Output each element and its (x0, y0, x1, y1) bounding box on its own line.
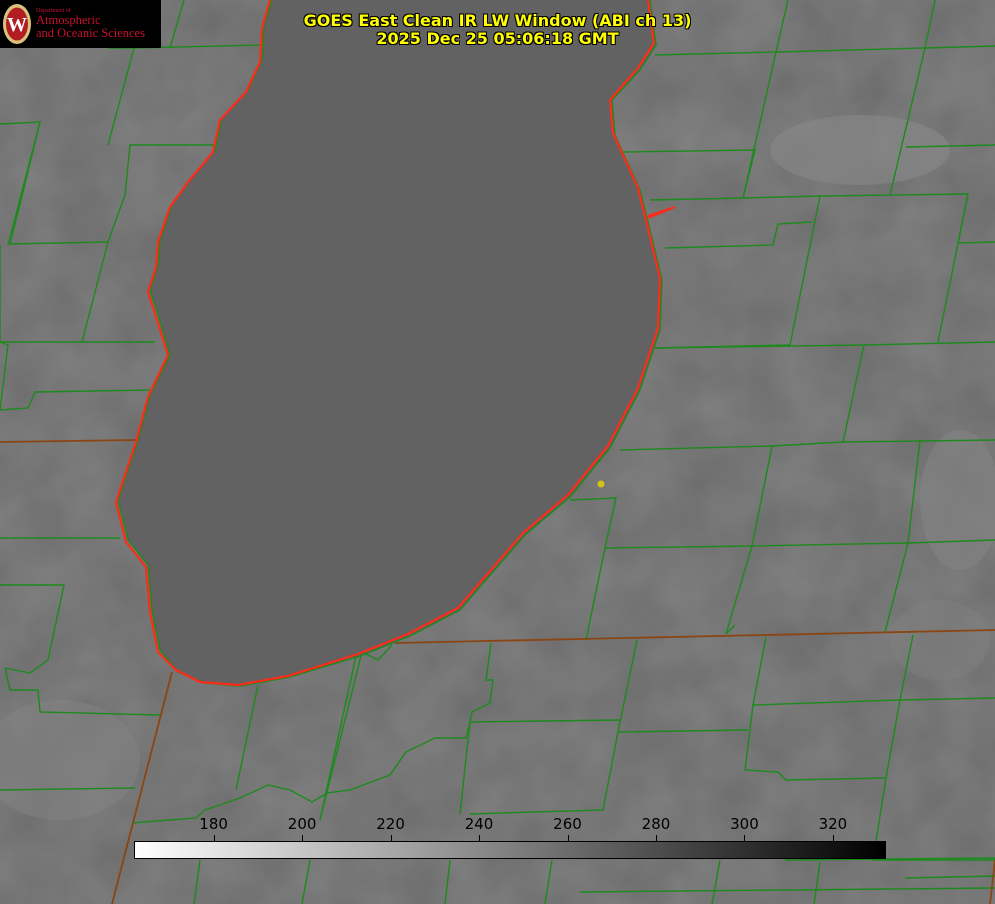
colorbar-tick-label: 220 (376, 815, 405, 833)
colorbar-tick-label: 180 (199, 815, 228, 833)
colorbar-tick-label: 280 (641, 815, 671, 833)
cloud-patch (890, 600, 990, 680)
colorbar-tick-label: 200 (287, 815, 317, 833)
colorbar-tick-label: 260 (553, 815, 582, 833)
colorbar-tick-label: 300 (730, 815, 759, 833)
colorbar (134, 841, 886, 859)
timestamp: 2025 Dec 25 05:06:18 GMT (376, 29, 619, 48)
colorbar-tick-label: 320 (818, 815, 848, 833)
product-title: GOES East Clean IR LW Window (ABI ch 13) (303, 11, 692, 30)
station-marker (597, 480, 605, 488)
cloud-patch (770, 115, 950, 185)
satellite-map (0, 0, 995, 904)
colorbar-tick-label: 240 (464, 815, 494, 833)
